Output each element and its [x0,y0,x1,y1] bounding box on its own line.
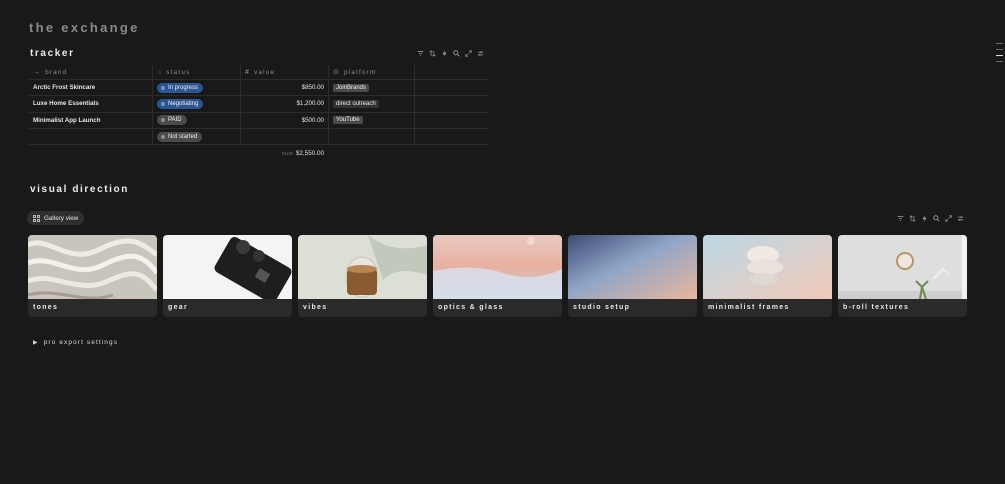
gallery-card-broll[interactable]: b-roll textures [838,235,967,317]
gallery-view-tab[interactable]: Gallery view [27,211,85,225]
status-icon: ◌ [157,68,163,76]
sort-icon[interactable] [429,50,436,57]
platform-cell[interactable]: YouTube [328,112,414,128]
brand-cell[interactable]: Minimalist App Launch [29,113,152,128]
column-header-platform[interactable]: ⊙ platform [328,65,414,79]
visual-direction-title: visual direction [30,184,129,195]
gallery: tones gear vibes optics & glass studio s… [28,235,967,317]
column-header-brand[interactable]: → brand [29,65,152,79]
card-title: optics & glass [438,304,504,311]
table-row[interactable]: Luxe Home Essentials Negotiating $1,200.… [29,96,489,113]
tones-image [28,235,157,299]
table-row[interactable]: Minimalist App Launch PAID $500.00 YouTu… [29,112,489,129]
minimalist-image [703,235,832,299]
sort-icon[interactable] [909,215,916,222]
optics-image [433,235,562,299]
card-title: minimalist frames [708,304,790,311]
vibes-image [298,235,427,299]
lightning-icon[interactable] [441,50,448,57]
brand-cell[interactable]: Arctic Frost Skincare [29,80,152,95]
arrow-right-icon: → [33,68,42,76]
gallery-grid-icon [33,214,40,222]
sum-label: SUM [281,150,293,156]
page-title: the exchange [29,20,140,35]
expand-icon[interactable] [945,215,952,222]
gallery-card-optics[interactable]: optics & glass [433,235,562,317]
table-row[interactable]: Not started [29,128,489,146]
lightning-icon[interactable] [921,215,928,222]
filter-icon[interactable] [417,50,424,57]
brand-cell[interactable]: Luxe Home Essentials [29,96,152,111]
value-sum[interactable]: SUM $2,550.00 [240,145,328,161]
hash-icon: # [245,68,251,76]
gallery-card-minimalist[interactable]: minimalist frames [703,235,832,317]
search-icon[interactable] [933,215,940,222]
studio-image [568,235,697,299]
column-header-empty [414,65,489,79]
column-header-status[interactable]: ◌ status [152,65,240,79]
expand-icon[interactable] [465,50,472,57]
filter-icon[interactable] [897,215,904,222]
gallery-card-gear[interactable]: gear [163,235,292,317]
tracker-title: tracker [30,48,75,59]
status-badge: PAID [157,115,187,126]
card-title: studio setup [573,304,631,311]
settings-icon[interactable] [477,50,484,57]
status-badge: Not started [157,131,203,142]
status-cell[interactable]: Not started [152,128,240,145]
gallery-card-tones[interactable]: tones [28,235,157,317]
brand-cell[interactable] [29,129,152,144]
outline-markers[interactable] [996,43,1003,67]
card-title: gear [168,304,188,311]
platform-tag: YouTube [333,116,363,125]
platform-cell[interactable] [328,128,414,145]
tracker-toolbar [417,50,484,57]
platform-tag: direct outreach [333,99,379,108]
gallery-card-vibes[interactable]: vibes [298,235,427,317]
status-badge: Negotiating [157,98,204,109]
status-cell[interactable]: Negotiating [152,96,240,112]
status-cell[interactable]: In progress [152,80,240,96]
table-header: → brand ◌ status # value ⊙ platform [29,65,489,80]
value-cell[interactable] [240,128,328,145]
status-cell[interactable]: PAID [152,112,240,128]
platform-cell[interactable]: JoinBrands [328,80,414,96]
triangle-right-icon: ▶ [33,340,39,346]
column-header-value[interactable]: # value [240,65,328,79]
gallery-card-studio[interactable]: studio setup [568,235,697,317]
pro-export-toggle[interactable]: ▶ pro export settings [33,339,118,346]
card-title: b-roll textures [843,304,910,311]
gallery-toolbar [897,215,964,222]
table-row[interactable]: Arctic Frost Skincare In progress $850.0… [29,80,489,97]
sum-row: SUM $2,550.00 [29,145,489,161]
tracker-table: → brand ◌ status # value ⊙ platform Arctic F… [29,65,489,161]
platform-tag: JoinBrands [333,83,370,92]
card-title: vibes [303,304,328,311]
platform-cell[interactable]: direct outreach [328,96,414,112]
select-icon: ⊙ [333,69,341,76]
card-title: tones [33,304,59,311]
gear-image [163,235,292,299]
value-cell[interactable]: $500.00 [240,112,328,128]
status-badge: In progress [157,82,204,93]
broll-image [838,235,967,299]
settings-icon[interactable] [957,215,964,222]
sum-value: $2,550.00 [295,149,324,157]
value-cell[interactable]: $850.00 [240,80,328,96]
search-icon[interactable] [453,50,460,57]
value-cell[interactable]: $1,200.00 [240,96,328,112]
